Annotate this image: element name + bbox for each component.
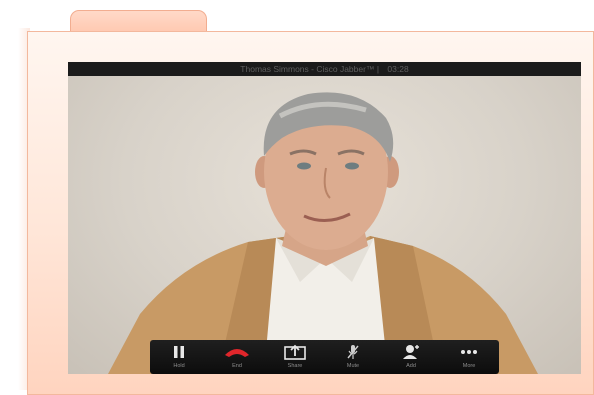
more-label: More bbox=[462, 363, 476, 369]
hangup-icon bbox=[208, 344, 266, 360]
add-label: Add bbox=[406, 363, 416, 369]
add-participant-button[interactable]: Add bbox=[382, 340, 440, 374]
title-separator: | bbox=[376, 64, 380, 74]
add-participant-icon bbox=[382, 344, 440, 360]
ellipsis-icon bbox=[440, 344, 498, 360]
mute-button[interactable]: Mute bbox=[324, 340, 382, 374]
share-screen-icon bbox=[266, 344, 324, 360]
call-timer: 03:28 bbox=[387, 64, 409, 74]
video-feed: Hold End Share Mute Add More bbox=[68, 76, 581, 374]
more-button[interactable]: More bbox=[440, 340, 498, 374]
end-call-button[interactable]: End bbox=[208, 340, 266, 374]
call-control-bar: Hold End Share Mute Add More bbox=[150, 340, 499, 374]
end-label: End bbox=[232, 363, 242, 369]
jabber-call-window: Thomas Simmons - Cisco Jabber™ | 03:28 H… bbox=[68, 62, 581, 374]
remote-participant-image bbox=[108, 92, 538, 374]
window-title: Thomas Simmons - Cisco Jabber™ bbox=[240, 64, 375, 74]
hold-button[interactable]: Hold bbox=[150, 340, 208, 374]
hold-label: Hold bbox=[173, 363, 185, 369]
pause-icon bbox=[150, 344, 208, 360]
share-label: Share bbox=[287, 363, 303, 369]
microphone-muted-icon bbox=[324, 344, 382, 360]
window-titlebar: Thomas Simmons - Cisco Jabber™ | 03:28 bbox=[68, 62, 581, 76]
mute-label: Mute bbox=[346, 363, 360, 369]
share-button[interactable]: Share bbox=[266, 340, 324, 374]
